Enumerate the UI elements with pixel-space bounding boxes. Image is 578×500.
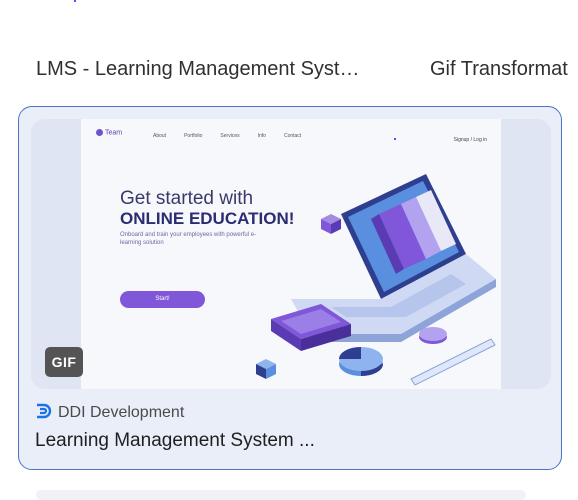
source-name: DDI Development (58, 404, 185, 421)
top-artifact-dot (74, 0, 76, 2)
laptop-books-illustration (256, 174, 496, 386)
thumbnail-subtext: Onboard and train your employees with po… (120, 232, 257, 246)
thumbnail-image[interactable]: Team About Portfolio Services Info Contact S… (81, 119, 501, 389)
previous-result-title[interactable]: LMS - Learning Management Syst… (36, 58, 388, 81)
thumbnail-navbar: Team About Portfolio Services Info Contact S… (81, 119, 501, 145)
result-title[interactable]: Learning Management System ... (35, 430, 545, 452)
thumbnail-logo: Team (96, 129, 122, 136)
gif-badge: GIF (45, 347, 83, 377)
thumbnail-headline: Get started with (120, 188, 254, 209)
thumbnail-signup: Signup / Log in (453, 137, 487, 143)
previous-result-title-2[interactable]: Gif Transformat (430, 58, 578, 81)
ddi-logo-icon (37, 403, 52, 419)
thumbnail-start-button: Start! (120, 291, 205, 308)
thumbnail-container[interactable]: Team About Portfolio Services Info Contact S… (31, 119, 551, 389)
source-attribution[interactable]: DDI Development (35, 403, 184, 422)
next-result-card[interactable] (36, 490, 526, 500)
thumbnail-nav-links: About Portfolio Services Info Contact (153, 133, 302, 139)
image-result-card[interactable]: Team About Portfolio Services Info Contact S… (18, 106, 562, 470)
